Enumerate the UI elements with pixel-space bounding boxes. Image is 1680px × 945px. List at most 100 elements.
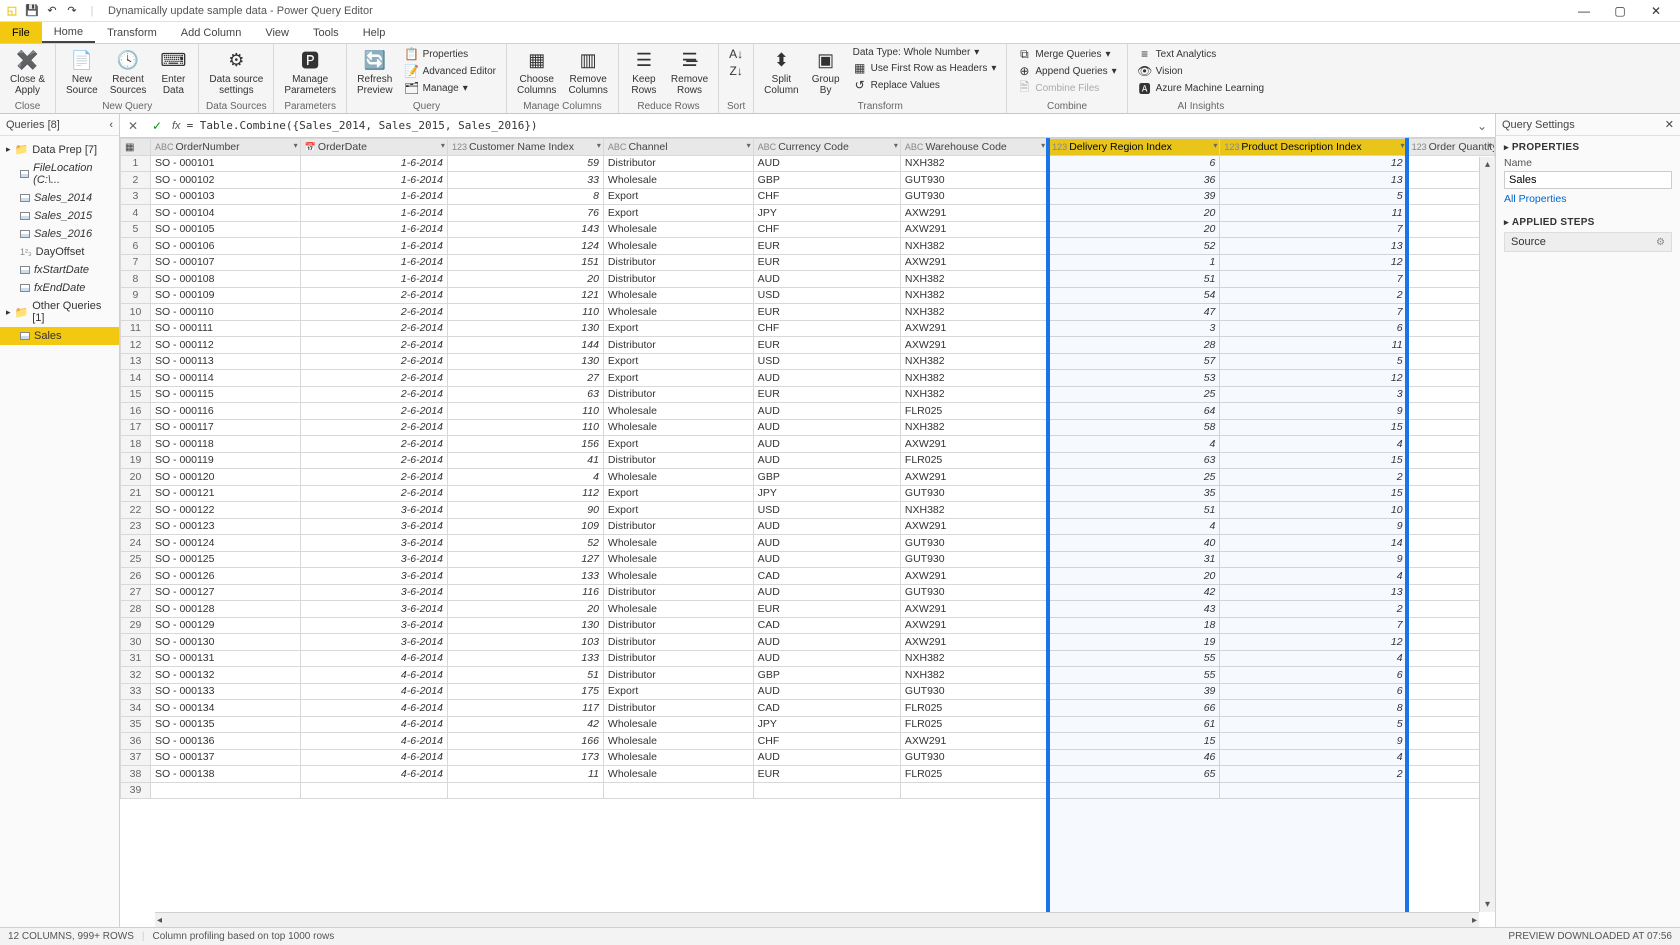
query-folder[interactable]: ▸📁Other Queries [1] xyxy=(0,297,119,327)
column-header[interactable]: ABCChannel▾ xyxy=(603,139,753,156)
column-header[interactable]: 123Delivery Region Index▾ xyxy=(1048,139,1220,156)
properties-button[interactable]: 📋Properties xyxy=(401,46,500,62)
table-cell[interactable]: AXW291 xyxy=(900,205,1047,222)
table-cell[interactable]: AXW291 xyxy=(900,733,1047,750)
row-number[interactable]: 38 xyxy=(121,766,151,783)
table-cell[interactable]: 2 xyxy=(1220,469,1407,486)
table-cell[interactable]: SO - 000138 xyxy=(150,766,300,783)
table-cell[interactable]: GBP xyxy=(753,469,900,486)
all-properties-link[interactable]: All Properties xyxy=(1504,193,1566,205)
table-cell[interactable]: Wholesale xyxy=(603,766,753,783)
table-cell[interactable]: 110 xyxy=(447,403,603,420)
query-item[interactable]: Sales xyxy=(0,327,119,345)
table-cell[interactable]: Distributor xyxy=(603,634,753,651)
table-cell[interactable]: 13 xyxy=(1220,238,1407,255)
table-cell[interactable]: Wholesale xyxy=(603,403,753,420)
table-row[interactable]: 3SO - 0001031-6-20148ExportCHFGUT930395 xyxy=(121,188,1495,205)
table-cell[interactable]: 4-6-2014 xyxy=(300,683,447,700)
table-cell[interactable]: 11 xyxy=(1220,337,1407,354)
table-cell[interactable]: 2-6-2014 xyxy=(300,370,447,387)
table-cell[interactable]: 7 xyxy=(1220,304,1407,321)
vertical-scrollbar[interactable]: ▴▾ xyxy=(1479,157,1495,912)
table-cell[interactable] xyxy=(900,782,1047,799)
table-cell[interactable]: Wholesale xyxy=(603,551,753,568)
data-type-button[interactable]: Data Type: Whole Number ▾ xyxy=(849,46,1001,59)
row-number[interactable]: 25 xyxy=(121,551,151,568)
table-cell[interactable]: 3-6-2014 xyxy=(300,634,447,651)
table-corner[interactable]: ▦ xyxy=(121,139,151,156)
table-cell[interactable]: 1-6-2014 xyxy=(300,254,447,271)
table-cell[interactable]: SO - 000101 xyxy=(150,155,300,172)
table-cell[interactable]: Export xyxy=(603,188,753,205)
table-row[interactable]: 12SO - 0001122-6-2014144DistributorEURAX… xyxy=(121,337,1495,354)
tab-view[interactable]: View xyxy=(253,22,301,43)
table-cell[interactable]: 166 xyxy=(447,733,603,750)
table-row[interactable]: 33SO - 0001334-6-2014175ExportAUDGUT9303… xyxy=(121,683,1495,700)
table-cell[interactable]: 52 xyxy=(1048,238,1220,255)
table-cell[interactable]: EUR xyxy=(753,337,900,354)
table-cell[interactable]: 2-6-2014 xyxy=(300,436,447,453)
table-cell[interactable]: SO - 000129 xyxy=(150,617,300,634)
table-cell[interactable]: 51 xyxy=(447,667,603,684)
table-cell[interactable]: SO - 000103 xyxy=(150,188,300,205)
table-cell[interactable] xyxy=(603,782,753,799)
table-cell[interactable]: JPY xyxy=(753,485,900,502)
table-cell[interactable]: AUD xyxy=(753,452,900,469)
table-row[interactable]: 4SO - 0001041-6-201476ExportJPYAXW291201… xyxy=(121,205,1495,222)
table-cell[interactable]: 3-6-2014 xyxy=(300,568,447,585)
table-cell[interactable]: 4-6-2014 xyxy=(300,749,447,766)
table-cell[interactable]: 61 xyxy=(1048,716,1220,733)
table-cell[interactable]: 143 xyxy=(447,221,603,238)
table-cell[interactable]: 4-6-2014 xyxy=(300,700,447,717)
recent-sources-button[interactable]: 🕓Recent Sources xyxy=(106,46,151,98)
table-cell[interactable]: AUD xyxy=(753,271,900,288)
table-cell[interactable]: 35 xyxy=(1048,485,1220,502)
table-cell[interactable]: AUD xyxy=(753,584,900,601)
table-cell[interactable]: AXW291 xyxy=(900,634,1047,651)
table-cell[interactable]: 8 xyxy=(1220,700,1407,717)
table-cell[interactable]: AXW291 xyxy=(900,320,1047,337)
table-cell[interactable]: JPY xyxy=(753,205,900,222)
row-number[interactable]: 12 xyxy=(121,337,151,354)
table-cell[interactable]: Wholesale xyxy=(603,304,753,321)
table-row[interactable]: 37SO - 0001374-6-2014173WholesaleAUDGUT9… xyxy=(121,749,1495,766)
table-cell[interactable]: GBP xyxy=(753,172,900,189)
table-cell[interactable]: CHF xyxy=(753,320,900,337)
table-row[interactable]: 18SO - 0001182-6-2014156ExportAUDAXW2914… xyxy=(121,436,1495,453)
table-row[interactable]: 11SO - 0001112-6-2014130ExportCHFAXW2913… xyxy=(121,320,1495,337)
table-cell[interactable]: 2-6-2014 xyxy=(300,353,447,370)
table-cell[interactable]: NXH382 xyxy=(900,386,1047,403)
table-row[interactable]: 19SO - 0001192-6-201441DistributorAUDFLR… xyxy=(121,452,1495,469)
apply-formula-icon[interactable]: ✓ xyxy=(148,117,166,135)
table-cell[interactable]: AUD xyxy=(753,370,900,387)
table-cell[interactable]: SO - 000133 xyxy=(150,683,300,700)
table-cell[interactable]: AUD xyxy=(753,403,900,420)
table-cell[interactable]: Wholesale xyxy=(603,221,753,238)
table-cell[interactable]: 58 xyxy=(1048,419,1220,436)
table-cell[interactable]: 1-6-2014 xyxy=(300,172,447,189)
scroll-down-icon[interactable]: ▾ xyxy=(1485,899,1490,910)
table-cell[interactable] xyxy=(447,782,603,799)
table-cell[interactable]: 109 xyxy=(447,518,603,535)
table-cell[interactable]: 151 xyxy=(447,254,603,271)
row-number[interactable]: 5 xyxy=(121,221,151,238)
table-cell[interactable]: 55 xyxy=(1048,650,1220,667)
choose-columns-button[interactable]: ▦Choose Columns xyxy=(513,46,560,98)
table-cell[interactable]: CAD xyxy=(753,568,900,585)
table-row[interactable]: 29SO - 0001293-6-2014130DistributorCADAX… xyxy=(121,617,1495,634)
table-cell[interactable]: AXW291 xyxy=(900,221,1047,238)
table-cell[interactable]: 133 xyxy=(447,568,603,585)
table-cell[interactable]: 2 xyxy=(1220,766,1407,783)
column-filter-icon[interactable]: ▾ xyxy=(747,141,751,150)
column-filter-icon[interactable]: ▾ xyxy=(597,141,601,150)
table-cell[interactable]: 51 xyxy=(1048,502,1220,519)
table-cell[interactable]: 20 xyxy=(447,271,603,288)
table-cell[interactable]: 15 xyxy=(1048,733,1220,750)
table-cell[interactable] xyxy=(753,782,900,799)
table-cell[interactable]: 90 xyxy=(447,502,603,519)
column-header[interactable]: ABCWarehouse Code▾ xyxy=(900,139,1047,156)
collapse-queries-icon[interactable]: ‹ xyxy=(109,119,113,131)
table-cell[interactable]: 7 xyxy=(1220,617,1407,634)
table-cell[interactable]: GUT930 xyxy=(900,584,1047,601)
table-cell[interactable]: 2-6-2014 xyxy=(300,419,447,436)
